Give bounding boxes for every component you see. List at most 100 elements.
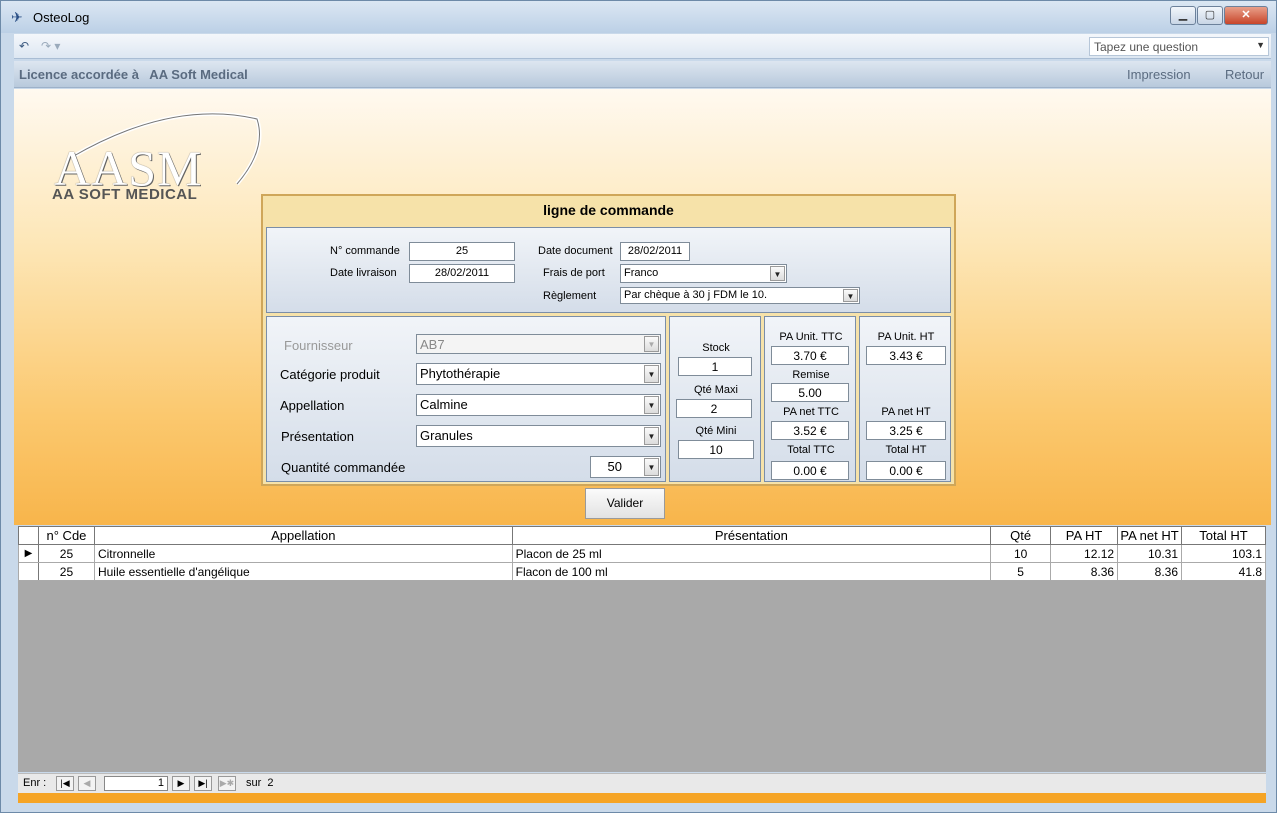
pa-unit-ht-label: PA Unit. HT — [877, 331, 935, 343]
chevron-down-icon[interactable]: ▼ — [644, 365, 659, 383]
chevron-down-icon[interactable]: ▼ — [644, 396, 659, 414]
record-number-input[interactable]: 1 — [104, 776, 168, 791]
cell-pa-net-ht[interactable]: 8.36 — [1117, 562, 1182, 581]
col-header-pa-ht[interactable]: PA HT — [1050, 526, 1119, 545]
logo-sub-text: AA SOFT MEDICAL — [52, 186, 198, 203]
date-livraison-field[interactable]: 28/02/2011 — [409, 264, 515, 283]
cell-total-ht[interactable]: 41.8 — [1181, 562, 1266, 581]
next-record-icon[interactable]: ▶ — [172, 776, 190, 791]
cell-total-ht[interactable]: 103.1 — [1181, 544, 1266, 563]
cell-num-cde[interactable]: 25 — [37, 562, 95, 581]
quantite-value: 50 — [607, 459, 622, 474]
redo-icon[interactable]: ↷ ▾ — [41, 39, 60, 53]
ask-question-input[interactable]: Tapez une question ▼ — [1089, 37, 1269, 56]
cell-pa-ht[interactable]: 8.36 — [1050, 562, 1119, 581]
cell-qte[interactable]: 5 — [990, 562, 1052, 581]
categorie-label: Catégorie produit — [280, 367, 380, 382]
table-row[interactable]: 25 Huile essentielle d'angélique Flacon … — [18, 562, 1266, 581]
categorie-select[interactable]: Phytothérapie ▼ — [416, 363, 661, 385]
back-link[interactable]: Retour — [1225, 67, 1264, 82]
record-total: sur 2 — [246, 777, 274, 789]
licence-bar: Licence accordée à AA Soft Medical Impre… — [14, 61, 1271, 88]
categorie-value: Phytothérapie — [420, 366, 501, 381]
ht-section: PA Unit. HT 3.43 € PA net HT 3.25 € Tota… — [859, 316, 951, 482]
first-record-icon[interactable]: |◀ — [56, 776, 74, 791]
new-record-icon[interactable]: ▶✱ — [218, 776, 236, 791]
presentation-select[interactable]: Granules ▼ — [416, 425, 661, 447]
col-header-qte[interactable]: Qté — [990, 526, 1052, 545]
qte-mini-field[interactable]: 10 — [678, 440, 754, 459]
qte-maxi-field[interactable]: 2 — [676, 399, 752, 418]
panel-title: ligne de commande — [543, 202, 674, 218]
quantite-input[interactable]: 50 ▼ — [590, 456, 661, 478]
appellation-select[interactable]: Calmine ▼ — [416, 394, 661, 416]
cell-presentation[interactable]: Placon de 25 ml — [511, 544, 992, 563]
chevron-down-icon: ▼ — [1256, 40, 1265, 50]
current-row-icon[interactable]: ▶ — [18, 544, 39, 563]
total-ht-field[interactable]: 0.00 € — [866, 461, 946, 480]
cell-num-cde[interactable]: 25 — [37, 544, 95, 563]
footer-bar — [18, 793, 1266, 803]
cell-pa-net-ht[interactable]: 10.31 — [1117, 544, 1182, 563]
chevron-down-icon[interactable]: ▼ — [644, 458, 659, 476]
remise-label: Remise — [792, 369, 830, 381]
qte-maxi-label: Qté Maxi — [693, 384, 738, 396]
cell-appellation[interactable]: Citronnelle — [93, 544, 513, 563]
cell-pa-ht[interactable]: 12.12 — [1050, 544, 1119, 563]
fournisseur-label: Fournisseur — [284, 338, 353, 353]
col-header-num-cde[interactable]: n° Cde — [37, 526, 95, 545]
table-row[interactable]: ▶ 25 Citronnelle Placon de 25 ml 10 12.1… — [18, 544, 1266, 563]
valider-button[interactable]: Valider — [585, 488, 665, 519]
frais-de-port-value: Franco — [624, 267, 659, 279]
pa-unit-ht-field[interactable]: 3.43 € — [866, 346, 946, 365]
cell-presentation[interactable]: Flacon de 100 ml — [511, 562, 992, 581]
col-header-presentation[interactable]: Présentation — [511, 526, 992, 545]
presentation-label: Présentation — [281, 429, 354, 444]
quick-access-toolbar: ↶ ↷ ▾ Tapez une question ▼ — [14, 34, 1271, 59]
form-area: AASM AA SOFT MEDICAL ligne de commande N… — [14, 89, 1271, 525]
record-navigator: Enr : |◀ ◀ 1 ▶ ▶| ▶✱ sur 2 — [18, 773, 1266, 793]
last-record-icon[interactable]: ▶| — [194, 776, 212, 791]
stock-field[interactable]: 1 — [678, 357, 752, 376]
minimize-button[interactable]: ▁ — [1170, 6, 1196, 25]
fournisseur-select: AB7 ▼ — [416, 334, 661, 354]
col-header-appellation[interactable]: Appellation — [93, 526, 513, 545]
close-button[interactable]: ✕ — [1224, 6, 1268, 25]
record-label: Enr : — [23, 777, 47, 789]
remise-field[interactable]: 5.00 — [771, 383, 849, 402]
col-header-pa-net-ht[interactable]: PA net HT — [1117, 526, 1182, 545]
stock-label: Stock — [702, 342, 730, 354]
chevron-down-icon[interactable]: ▼ — [770, 266, 785, 281]
cell-appellation[interactable]: Huile essentielle d'angélique — [93, 562, 513, 581]
print-link[interactable]: Impression — [1127, 67, 1191, 82]
app-icon: ✈ — [11, 9, 23, 25]
pa-net-ht-field[interactable]: 3.25 € — [866, 421, 946, 440]
maximize-button[interactable]: ▢ — [1197, 6, 1223, 25]
qte-mini-label: Qté Mini — [695, 425, 737, 437]
frais-de-port-select[interactable]: Franco ▼ — [620, 264, 787, 283]
cell-qte[interactable]: 10 — [990, 544, 1052, 563]
previous-record-icon[interactable]: ◀ — [78, 776, 96, 791]
undo-icon[interactable]: ↶ — [19, 39, 29, 53]
app-window: ✈ OsteoLog ▁ ▢ ✕ ↶ ↷ ▾ Tapez une questio… — [0, 0, 1277, 813]
order-number-label: N° commande — [330, 245, 400, 257]
table-header-row: n° Cde Appellation Présentation Qté PA H… — [18, 526, 1266, 545]
order-lines-table: n° Cde Appellation Présentation Qté PA H… — [18, 526, 1266, 581]
appellation-label: Appellation — [280, 398, 345, 413]
presentation-value: Granules — [420, 428, 473, 443]
date-document-label: Date document — [538, 245, 613, 257]
order-number-field[interactable]: 25 — [409, 242, 515, 261]
chevron-down-icon[interactable]: ▼ — [644, 427, 659, 445]
total-ttc-field[interactable]: 0.00 € — [771, 461, 849, 480]
pa-unit-ttc-field[interactable]: 3.70 € — [771, 346, 849, 365]
col-header-total-ht[interactable]: Total HT — [1181, 526, 1266, 545]
row-selector[interactable] — [18, 562, 39, 581]
chevron-down-icon[interactable]: ▼ — [843, 289, 858, 302]
ask-question-text: Tapez une question — [1094, 40, 1199, 54]
total-records: 2 — [267, 777, 274, 789]
of-label: sur — [246, 777, 262, 789]
date-document-field[interactable]: 28/02/2011 — [620, 242, 690, 261]
pa-net-ttc-field[interactable]: 3.52 € — [771, 421, 849, 440]
reglement-select[interactable]: Par chèque à 30 j FDM le 10. ▼ — [620, 287, 860, 304]
ttc-section: PA Unit. TTC 3.70 € Remise 5.00 PA net T… — [764, 316, 856, 482]
